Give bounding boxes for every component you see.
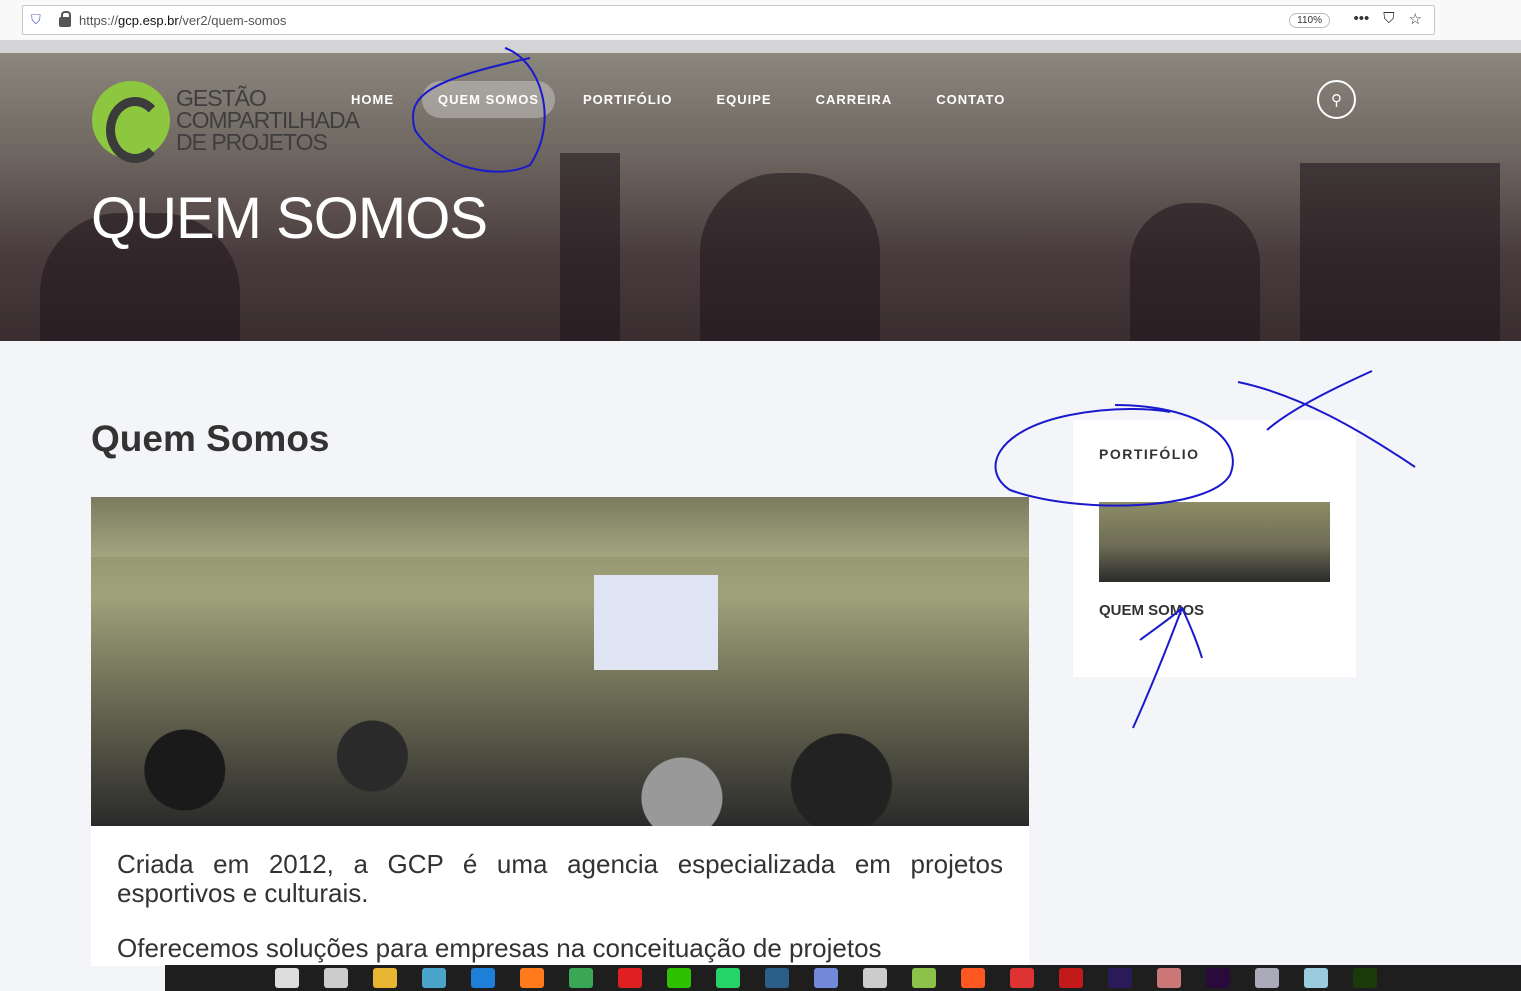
nav-contato[interactable]: CONTATO <box>920 81 1021 118</box>
settings-icon[interactable] <box>324 968 348 988</box>
taskbar <box>165 965 1521 991</box>
calculator-icon[interactable] <box>275 968 299 988</box>
search-button[interactable]: ⚲ <box>1317 80 1356 119</box>
headset-icon[interactable] <box>765 968 789 988</box>
after-effects-icon[interactable] <box>1108 968 1132 988</box>
filezilla-icon[interactable] <box>1059 968 1083 988</box>
app-icon[interactable] <box>863 968 887 988</box>
nav-quem-somos[interactable]: QUEM SOMOS <box>422 81 556 118</box>
main-nav: HOME QUEM SOMOS PORTIFÓLIO EQUIPE CARREI… <box>335 81 1033 118</box>
sidebar-widget: PORTIFÓLIO QUEM SOMOS <box>1073 420 1356 677</box>
camera-icon[interactable] <box>961 968 985 988</box>
whatsapp-icon[interactable] <box>716 968 740 988</box>
url-prefix: https:// <box>79 12 119 28</box>
paragraph: Oferecemos soluções para empresas na con… <box>117 933 882 963</box>
app-icon[interactable] <box>912 968 936 988</box>
app-icon[interactable] <box>1010 968 1034 988</box>
page-title: Quem Somos <box>91 418 330 459</box>
logo-line: DE PROJETOS <box>176 129 328 155</box>
firefox-icon[interactable] <box>520 968 544 988</box>
url-path: /ver2/quem-somos <box>178 12 287 28</box>
lock-icon[interactable] <box>59 11 71 27</box>
nav-equipe[interactable]: EQUIPE <box>700 81 787 118</box>
url-domain: gcp.esp.br <box>118 12 179 28</box>
logo-mark-icon <box>92 81 170 163</box>
address-bar[interactable]: ⛉ https://gcp.esp.br/ver2/quem-somos 110… <box>22 5 1435 35</box>
chrome-icon[interactable] <box>569 968 593 988</box>
discord-icon[interactable] <box>814 968 838 988</box>
bookmark-star-icon[interactable]: ☆ <box>1409 10 1422 28</box>
logo-line: GESTÃO <box>176 85 267 111</box>
app-icon[interactable] <box>1304 968 1328 988</box>
app-icon[interactable] <box>1157 968 1181 988</box>
about-text: Criada em 2012, a GCP é uma agencia espe… <box>91 826 1029 966</box>
dreamweaver-icon[interactable] <box>1353 968 1377 988</box>
premiere-icon[interactable] <box>1206 968 1230 988</box>
file-explorer-icon[interactable] <box>373 968 397 988</box>
sidebar-heading: PORTIFÓLIO <box>1099 446 1200 462</box>
url-text[interactable]: https://gcp.esp.br/ver2/quem-somos <box>79 13 286 28</box>
opera-icon[interactable] <box>618 968 642 988</box>
wechat-icon[interactable] <box>667 968 691 988</box>
site-logo[interactable]: GESTÃO COMPARTILHADA DE PROJETOS <box>92 81 360 163</box>
toolbar-strip <box>0 40 1521 53</box>
search-icon: ⚲ <box>1331 91 1342 109</box>
app-icon[interactable] <box>1255 968 1279 988</box>
nav-carreira[interactable]: CARREIRA <box>800 81 909 118</box>
logo-line: COMPARTILHADA <box>176 107 360 133</box>
zoom-level[interactable]: 110% <box>1289 13 1330 28</box>
hero-title: QUEM SOMOS <box>91 186 488 251</box>
paragraph: Criada em 2012, a GCP é uma agencia espe… <box>117 849 1003 908</box>
projector-screen <box>594 575 718 670</box>
sidebar-thumbnail[interactable] <box>1099 502 1330 582</box>
shield-icon[interactable]: ⛉ <box>31 12 45 28</box>
media-icon[interactable] <box>422 968 446 988</box>
sidebar-link-quem-somos[interactable]: QUEM SOMOS <box>1099 602 1330 619</box>
edge-icon[interactable] <box>471 968 495 988</box>
browser-chrome: ⛉ https://gcp.esp.br/ver2/quem-somos 110… <box>0 0 1521 53</box>
nav-portifolio[interactable]: PORTIFÓLIO <box>567 81 688 118</box>
more-icon[interactable]: ••• <box>1354 10 1370 28</box>
team-photo <box>91 497 1029 826</box>
hero-banner: GESTÃO COMPARTILHADA DE PROJETOS HOME QUEM… <box>0 53 1521 341</box>
pocket-icon[interactable]: ⛉ <box>1383 10 1394 28</box>
nav-home[interactable]: HOME <box>335 81 410 118</box>
